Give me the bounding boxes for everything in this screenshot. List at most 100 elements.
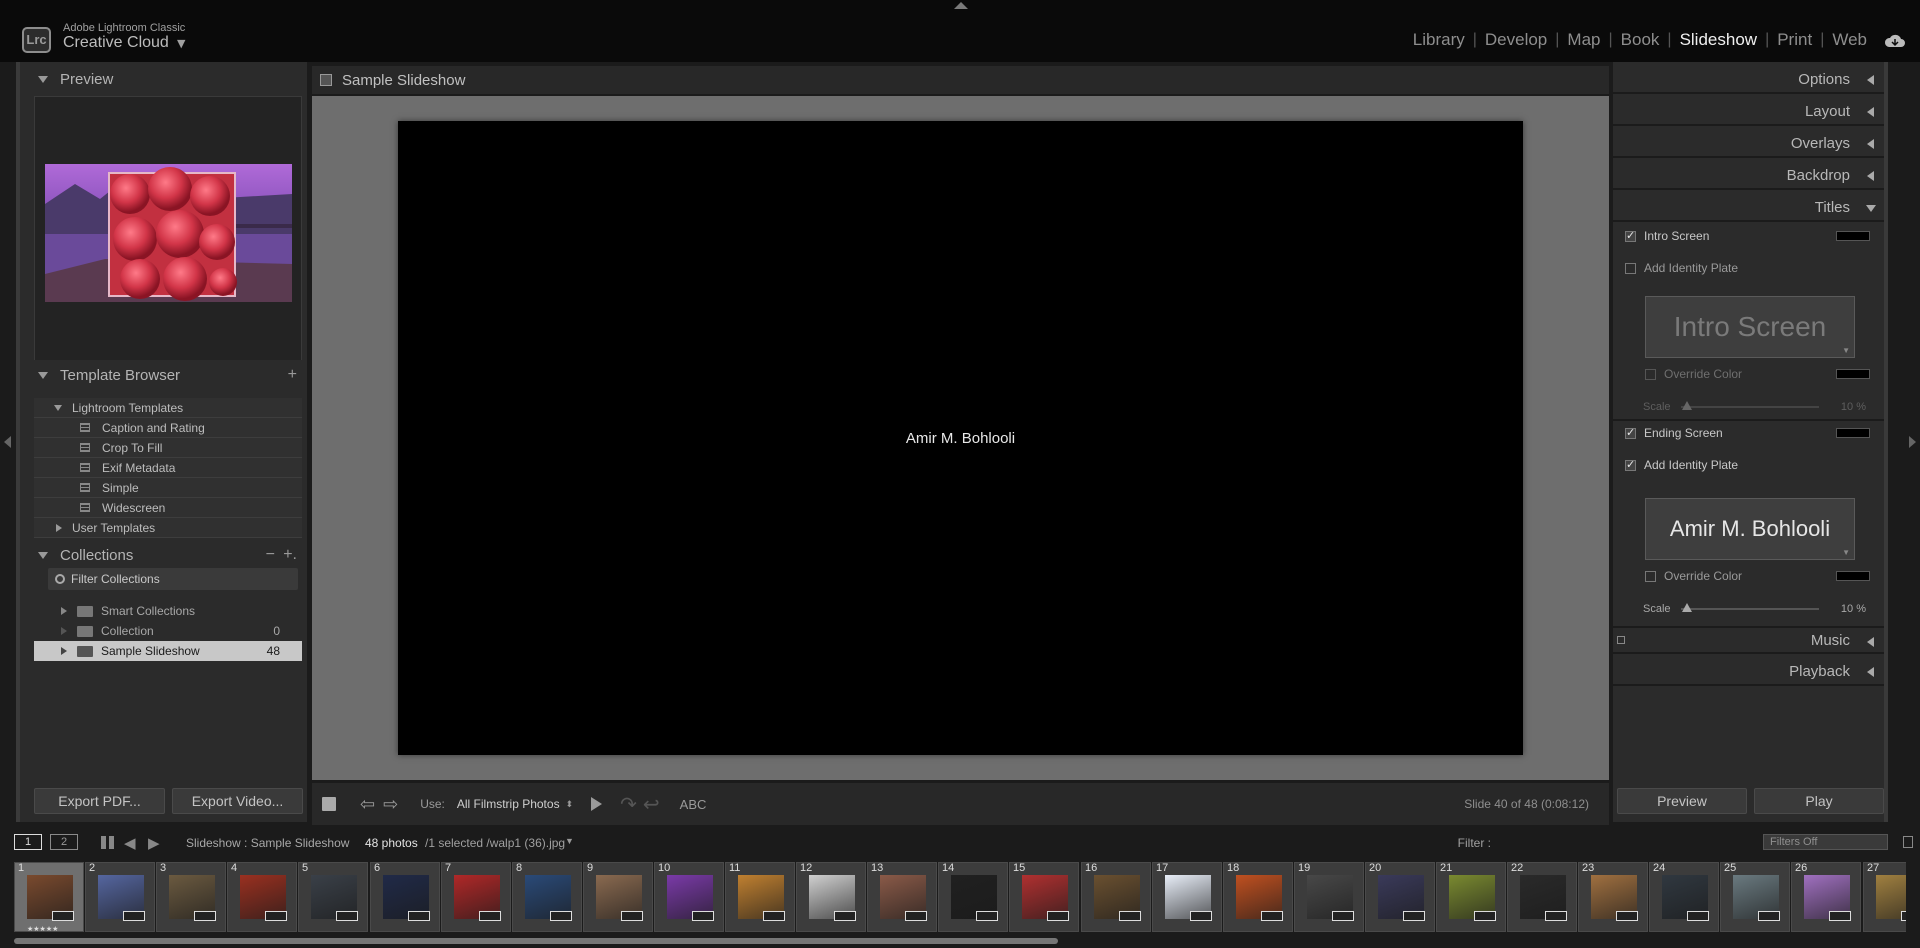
template-browser-header[interactable]: Template Browser +: [20, 360, 307, 390]
module-library[interactable]: Library: [1405, 30, 1473, 50]
overlays-panel-header[interactable]: Overlays: [1613, 130, 1884, 158]
module-slideshow[interactable]: Slideshow: [1672, 30, 1766, 50]
collection-sample-slideshow[interactable]: Sample Slideshow 48: [34, 641, 302, 661]
module-book[interactable]: Book: [1613, 30, 1668, 50]
filmstrip-thumbnail[interactable]: 11: [725, 862, 795, 932]
module-web[interactable]: Web: [1824, 30, 1875, 50]
grid-view-icon[interactable]: [101, 836, 114, 849]
intro-identity-plate-checkbox[interactable]: [1625, 262, 1636, 274]
filmstrip-thumbnail[interactable]: 12: [796, 862, 866, 932]
module-print[interactable]: Print: [1769, 30, 1820, 50]
collapse-right-panel-icon[interactable]: [1909, 436, 1916, 448]
titles-panel-header[interactable]: Titles: [1613, 194, 1884, 222]
ending-scale-track[interactable]: [1681, 608, 1819, 610]
template-item-widescreen[interactable]: Widescreen: [34, 498, 302, 518]
filmstrip-thumbnail[interactable]: 3: [156, 862, 226, 932]
filter-lock-icon[interactable]: [1903, 836, 1913, 848]
filmstrip-thumbnail[interactable]: 5: [298, 862, 368, 932]
identity-plate-caret-icon[interactable]: ▼: [177, 37, 185, 50]
filmstrip-thumbnail[interactable]: 8: [512, 862, 582, 932]
add-collection-button[interactable]: +.: [283, 546, 297, 564]
collections-header[interactable]: Collections − +.: [20, 540, 307, 570]
stop-icon[interactable]: [322, 797, 336, 811]
filmstrip-thumbnail[interactable]: 14: [938, 862, 1008, 932]
previous-slide-button[interactable]: ⇦: [360, 794, 375, 815]
source-breadcrumb[interactable]: Slideshow : Sample Slideshow: [186, 836, 349, 850]
ending-override-color-checkbox[interactable]: [1645, 570, 1656, 582]
filmstrip-scrollbar[interactable]: [14, 938, 1058, 944]
star-rating[interactable]: ★★★★★: [27, 925, 58, 933]
ending-override-color-swatch[interactable]: [1836, 571, 1870, 581]
filmstrip-thumbnail[interactable]: 25: [1720, 862, 1790, 932]
play-button[interactable]: Play: [1754, 788, 1884, 814]
filmstrip-thumbnail[interactable]: 15: [1009, 862, 1079, 932]
slide-canvas[interactable]: Amir M. Bohlooli: [398, 121, 1523, 755]
filmstrip-thumbnail[interactable]: 18: [1223, 862, 1293, 932]
collection-collection[interactable]: Collection 0: [34, 621, 302, 641]
intro-screen-checkbox[interactable]: ✓: [1625, 230, 1636, 242]
filmstrip-thumbnail[interactable]: 1 ★★★★★: [14, 862, 84, 933]
intro-identity-plate-preview[interactable]: Intro Screen ▼: [1645, 296, 1855, 358]
backdrop-panel-header[interactable]: Backdrop: [1613, 162, 1884, 190]
filter-dropdown[interactable]: Filters Off: [1763, 834, 1888, 850]
filmstrip-thumbnail[interactable]: 2: [85, 862, 155, 932]
filmstrip-thumbnail[interactable]: 13: [867, 862, 937, 932]
music-panel-header[interactable]: Music: [1613, 626, 1884, 654]
playback-panel-header[interactable]: Playback: [1613, 658, 1884, 686]
export-video-button[interactable]: Export Video...: [172, 788, 303, 814]
options-panel-header[interactable]: Options: [1613, 66, 1884, 94]
filmstrip-thumbnail[interactable]: 23: [1578, 862, 1648, 932]
template-item-exif-metadata[interactable]: Exif Metadata: [34, 458, 302, 478]
source-caret-icon[interactable]: ▼: [565, 836, 574, 846]
music-toggle-checkbox[interactable]: [1617, 636, 1625, 644]
add-template-button[interactable]: +: [288, 366, 297, 384]
module-map[interactable]: Map: [1559, 30, 1608, 50]
ending-scale-knob[interactable]: [1682, 603, 1692, 612]
use-source-dropdown[interactable]: All Filmstrip Photos: [457, 797, 560, 811]
back-arrow-icon[interactable]: ◀: [124, 834, 136, 852]
template-item-caption-and-rating[interactable]: Caption and Rating: [34, 418, 302, 438]
filmstrip-thumbnail[interactable]: 21: [1436, 862, 1506, 932]
preview-panel-header[interactable]: Preview: [20, 64, 307, 94]
dropdown-caret-icon[interactable]: ⬍: [566, 799, 574, 810]
user-templates-folder[interactable]: User Templates: [34, 518, 302, 538]
filmstrip-thumbnail[interactable]: 9: [583, 862, 653, 932]
filmstrip-thumbnail[interactable]: 27: [1863, 862, 1906, 932]
filmstrip-thumbnail[interactable]: 16: [1081, 862, 1151, 932]
ending-screen-color-swatch[interactable]: [1836, 428, 1870, 438]
preview-play-icon[interactable]: [591, 797, 603, 811]
filmstrip-thumbnail[interactable]: 20: [1365, 862, 1435, 932]
remove-collection-button[interactable]: −: [266, 546, 275, 564]
layout-panel-header[interactable]: Layout: [1613, 98, 1884, 126]
cloud-sync-icon[interactable]: [1884, 33, 1906, 49]
export-pdf-button[interactable]: Export PDF...: [34, 788, 165, 814]
filmstrip-thumbnail[interactable]: 17: [1152, 862, 1222, 932]
filmstrip-thumbnail[interactable]: 22: [1507, 862, 1577, 932]
collapse-top-panel-icon[interactable]: [954, 2, 968, 9]
collapse-left-panel-icon[interactable]: [4, 436, 11, 448]
intro-screen-color-swatch[interactable]: [1836, 231, 1870, 241]
main-screen-button[interactable]: 1: [14, 834, 42, 850]
module-develop[interactable]: Develop: [1477, 30, 1555, 50]
collection-smart-collections[interactable]: Smart Collections: [34, 601, 302, 621]
filmstrip-thumbnail[interactable]: 24: [1649, 862, 1719, 932]
ending-identity-plate-preview[interactable]: Amir M. Bohlooli ▼: [1645, 498, 1855, 560]
ending-screen-checkbox[interactable]: ✓: [1625, 427, 1636, 439]
filmstrip-thumbnail[interactable]: 7: [441, 862, 511, 932]
identity-plate-label[interactable]: Creative Cloud: [63, 34, 169, 52]
filmstrip-thumbnail[interactable]: 6: [370, 862, 440, 932]
secondary-screen-button[interactable]: 2: [50, 834, 78, 850]
filmstrip-thumbnail[interactable]: 19: [1294, 862, 1364, 932]
filmstrip-thumbnail[interactable]: 26: [1791, 862, 1861, 932]
filmstrip-thumbnail[interactable]: 4: [227, 862, 297, 932]
forward-arrow-icon[interactable]: ▶: [148, 834, 160, 852]
filter-collections-input[interactable]: Filter Collections: [48, 568, 298, 590]
preview-button[interactable]: Preview: [1617, 788, 1747, 814]
ending-identity-plate-checkbox[interactable]: ✓: [1625, 459, 1636, 471]
next-slide-button[interactable]: ⇨: [383, 794, 398, 815]
filmstrip-thumbnail[interactable]: 10: [654, 862, 724, 932]
template-item-crop-to-fill[interactable]: Crop To Fill: [34, 438, 302, 458]
template-item-simple[interactable]: Simple: [34, 478, 302, 498]
add-text-button[interactable]: ABC: [680, 797, 707, 812]
lightroom-templates-folder[interactable]: Lightroom Templates: [34, 398, 302, 418]
